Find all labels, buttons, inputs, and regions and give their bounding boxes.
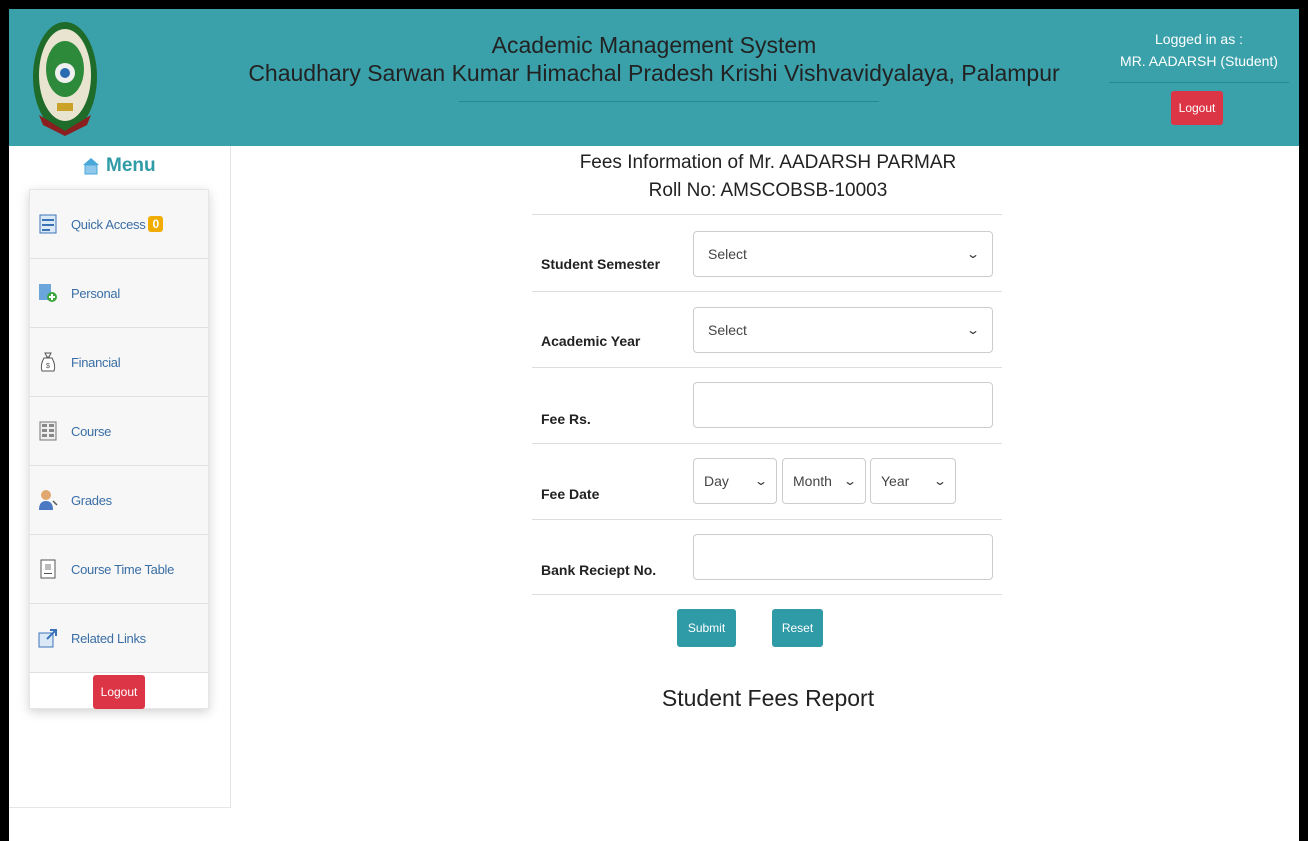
bank-receipt-input[interactable] bbox=[693, 534, 993, 580]
academic-year-select[interactable]: Select ⌄ bbox=[693, 307, 993, 353]
menu-header: Menu bbox=[82, 152, 156, 180]
header-logout-button[interactable]: Logout bbox=[1171, 91, 1223, 125]
submit-button[interactable]: Submit bbox=[677, 609, 736, 647]
fees-report-title: Student Fees Report bbox=[661, 685, 875, 711]
bank-receipt-label: Bank Reciept No. bbox=[541, 562, 657, 578]
day-select[interactable]: Day ⌄ bbox=[693, 458, 777, 504]
academic-year-select-value: Select bbox=[708, 322, 747, 338]
svg-text:$: $ bbox=[46, 363, 50, 370]
fee-date-row: Fee Date Day ⌄ Month ⌄ Year ⌄ bbox=[532, 443, 1002, 519]
month-select-value: Month bbox=[793, 473, 832, 489]
form-icon bbox=[38, 213, 58, 235]
chevron-down-icon: ⌄ bbox=[932, 474, 948, 488]
sidebar-footer: Logout bbox=[30, 673, 208, 711]
home-icon bbox=[83, 158, 99, 175]
fee-amount-row: Fee Rs. bbox=[532, 367, 1002, 443]
user-info: Logged in as : MR. AADARSH (Student) Log… bbox=[1099, 9, 1299, 146]
sidebar-item-course[interactable]: Course bbox=[30, 397, 208, 466]
sidebar-item-grades[interactable]: Grades bbox=[30, 466, 208, 535]
header-divider bbox=[459, 101, 879, 102]
fee-amount-input[interactable] bbox=[693, 382, 993, 428]
timetable-icon bbox=[38, 558, 58, 580]
semester-select-value: Select bbox=[708, 246, 747, 262]
sidebar-item-personal[interactable]: Personal bbox=[30, 259, 208, 328]
app-header: Academic Management System Chaudhary Sar… bbox=[9, 9, 1299, 146]
course-grid-icon bbox=[38, 420, 58, 442]
sidebar-item-label: Course Time Table bbox=[71, 561, 175, 577]
day-select-value: Day bbox=[704, 473, 729, 489]
fee-date-label: Fee Date bbox=[541, 486, 600, 502]
sidebar-item-course-time-table[interactable]: Course Time Table bbox=[30, 535, 208, 604]
sidebar: Menu Quick Access 0 Personal $ Financial bbox=[9, 146, 231, 808]
chevron-down-icon: ⌄ bbox=[842, 474, 858, 488]
user-grades-icon bbox=[38, 489, 58, 511]
user-name: MR. AADARSH (Student) bbox=[1120, 53, 1278, 69]
external-link-icon bbox=[38, 627, 58, 649]
fees-form: Student Semester Select ⌄ Academic Year … bbox=[532, 214, 1002, 595]
sidebar-logout-button[interactable]: Logout bbox=[93, 675, 145, 709]
sidebar-item-label: Course bbox=[71, 423, 112, 439]
chevron-down-icon: ⌄ bbox=[753, 474, 769, 488]
academic-year-label: Academic Year bbox=[541, 333, 641, 349]
sidebar-item-label: Personal bbox=[71, 285, 120, 301]
chevron-down-icon: ⌄ bbox=[965, 247, 981, 261]
academic-year-row: Academic Year Select ⌄ bbox=[532, 291, 1002, 367]
fee-amount-label: Fee Rs. bbox=[541, 411, 591, 427]
sidebar-item-quick-access[interactable]: Quick Access 0 bbox=[30, 190, 208, 259]
bank-receipt-row: Bank Reciept No. bbox=[532, 519, 1002, 595]
sidebar-item-financial[interactable]: $ Financial bbox=[30, 328, 208, 397]
sidebar-item-label: Quick Access bbox=[71, 216, 146, 232]
sidebar-item-related-links[interactable]: Related Links bbox=[30, 604, 208, 673]
reset-button[interactable]: Reset bbox=[772, 609, 823, 647]
page-title: Fees Information of Mr. AADARSH PARMAR bbox=[579, 152, 957, 173]
money-bag-icon: $ bbox=[38, 351, 58, 373]
year-select[interactable]: Year ⌄ bbox=[870, 458, 956, 504]
sidebar-item-label: Related Links bbox=[71, 630, 146, 646]
menu-label: Menu bbox=[106, 155, 156, 176]
quick-access-badge: 0 bbox=[148, 216, 164, 232]
semester-row: Student Semester Select ⌄ bbox=[532, 214, 1002, 291]
user-divider bbox=[1109, 82, 1289, 83]
sidebar-menu: Quick Access 0 Personal $ Financial Cour… bbox=[29, 189, 209, 709]
roll-number: Roll No: AMSCOBSB-10003 bbox=[648, 180, 888, 201]
sidebar-item-label: Financial bbox=[71, 354, 121, 370]
sidebar-item-label: Grades bbox=[71, 492, 112, 508]
chevron-down-icon: ⌄ bbox=[965, 323, 981, 337]
personal-icon bbox=[38, 282, 58, 304]
semester-select[interactable]: Select ⌄ bbox=[693, 231, 993, 277]
month-select[interactable]: Month ⌄ bbox=[782, 458, 866, 504]
logged-in-label: Logged in as : bbox=[1155, 31, 1243, 47]
year-select-value: Year bbox=[881, 473, 910, 489]
semester-label: Student Semester bbox=[541, 256, 661, 272]
